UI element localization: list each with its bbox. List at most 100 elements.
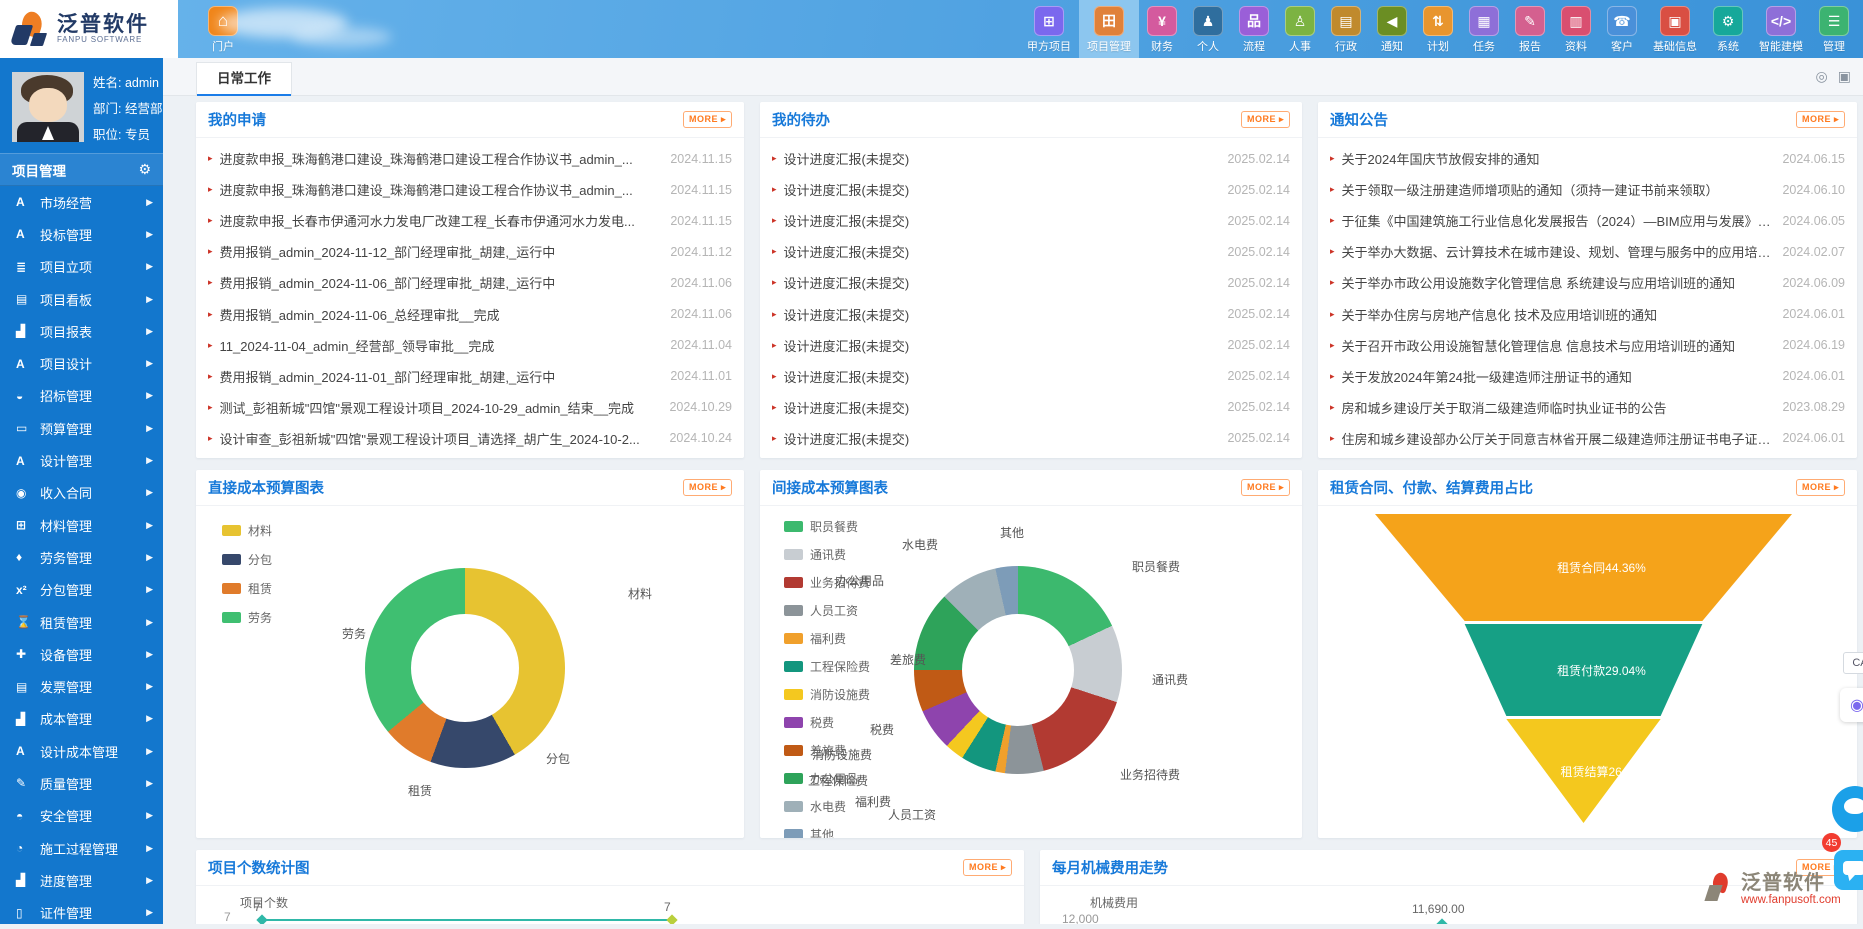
list-item[interactable]: ▸进度款申报_长春市伊通河水力发电厂改建工程_长春市伊通河水力发电...2024…	[208, 205, 732, 236]
module-智能建模[interactable]: </>智能建模	[1751, 0, 1811, 58]
list-item[interactable]: ▸设计进度汇报(未提交)2025.02.14	[772, 361, 1290, 392]
legend-item-其他[interactable]: 其他	[784, 826, 870, 838]
key-icon[interactable]: ◎	[1816, 68, 1828, 85]
legend-item-消防设施费[interactable]: 消防设施费	[784, 686, 870, 703]
sidebar-item-设计管理[interactable]: A设计管理▶	[0, 444, 163, 476]
module-资料[interactable]: ▥资料	[1553, 0, 1599, 58]
module-行政[interactable]: ▤行政	[1323, 0, 1369, 58]
ca-widget[interactable]: CA	[1843, 652, 1863, 674]
list-item[interactable]: ▸设计进度汇报(未提交)2025.02.14	[772, 174, 1290, 205]
list-item[interactable]: ▸于征集《中国建筑施工行业信息化发展报告（2024）—BIM应用与发展》材料..…	[1330, 205, 1845, 236]
legend-item-工程保险费[interactable]: 工程保险费	[784, 658, 870, 675]
sidebar-item-项目立项[interactable]: ≣项目立项▶	[0, 251, 163, 283]
module-个人[interactable]: ♟个人	[1185, 0, 1231, 58]
list-item[interactable]: ▸关于发放2024年第24批一级建造师注册证书的通知2024.06.01	[1330, 361, 1845, 392]
legend-item-租赁[interactable]: 租赁	[222, 580, 272, 597]
more-button[interactable]: MORE ▸	[963, 859, 1012, 876]
module-项目管理[interactable]: 田项目管理	[1079, 0, 1139, 58]
sidebar: 姓名: admin 部门: 经营部 职位: 专员 项目管理 ⚙ A市场经营▶A投…	[0, 58, 163, 924]
more-button[interactable]: MORE ▸	[1241, 111, 1290, 128]
more-button[interactable]: MORE ▸	[683, 479, 732, 496]
sidebar-item-成本管理[interactable]: ▟成本管理▶	[0, 703, 163, 735]
list-item[interactable]: ▸费用报销_admin_2024-11-12_部门经理审批_胡建,_运行中202…	[208, 236, 732, 267]
sidebar-item-预算管理[interactable]: ▭预算管理▶	[0, 412, 163, 444]
module-任务[interactable]: ▦任务	[1461, 0, 1507, 58]
sidebar-item-项目设计[interactable]: A项目设计▶	[0, 347, 163, 379]
more-button[interactable]: MORE ▸	[1796, 111, 1845, 128]
module-报告[interactable]: ✎报告	[1507, 0, 1553, 58]
bullet-icon: ▸	[1330, 153, 1335, 164]
list-item[interactable]: ▸费用报销_admin_2024-11-01_部门经理审批_胡建,_运行中202…	[208, 361, 732, 392]
list-item[interactable]: ▸设计审查_彭祖新城"四馆"景观工程设计项目_请选择_胡广生_2024-10-2…	[208, 423, 732, 454]
list-item[interactable]: ▸设计进度汇报(未提交)2025.02.14	[772, 423, 1290, 454]
list-item[interactable]: ▸关于2024年国庆节放假安排的通知2024.06.15	[1330, 143, 1845, 174]
sidebar-item-进度管理[interactable]: ▟进度管理▶	[0, 864, 163, 896]
list-item[interactable]: ▸关于举办市政公用设施数字化管理信息 系统建设与应用培训班的通知2024.06.…	[1330, 267, 1845, 298]
module-人事[interactable]: ♙人事	[1277, 0, 1323, 58]
legend-item-分包[interactable]: 分包	[222, 551, 272, 568]
sidebar-item-设备管理[interactable]: ✚设备管理▶	[0, 638, 163, 670]
chat-bubble-icon[interactable]	[1834, 850, 1863, 890]
list-item[interactable]: ▸测试_彭祖新城"四馆"景观工程设计项目_2024-10-29_admin_结束…	[208, 392, 732, 423]
more-button[interactable]: MORE ▸	[1241, 479, 1290, 496]
sidebar-item-投标管理[interactable]: A投标管理▶	[0, 218, 163, 250]
list-item[interactable]: ▸进度款申报_珠海鹤港口建设_珠海鹤港口建设工程合作协议书_admin_...2…	[208, 174, 732, 205]
sidebar-item-项目看板[interactable]: ▤项目看板▶	[0, 283, 163, 315]
sidebar-item-项目报表[interactable]: ▟项目报表▶	[0, 315, 163, 347]
list-item[interactable]: ▸关于召开市政公用设施智慧化管理信息 信息技术与应用培训班的通知2024.06.…	[1330, 330, 1845, 361]
module-通知[interactable]: ◀通知	[1369, 0, 1415, 58]
sidebar-item-施工过程管理[interactable]: ◔施工过程管理▶	[0, 832, 163, 864]
legend-item-职员餐费[interactable]: 职员餐费	[784, 518, 870, 535]
sidebar-item-租赁管理[interactable]: ⌛租赁管理▶	[0, 606, 163, 638]
list-item[interactable]: ▸关于领取一级注册建造师增项贴的通知（须持一建证书前来领取）2024.06.10	[1330, 174, 1845, 205]
module-基础信息[interactable]: ▣基础信息	[1645, 0, 1705, 58]
module-系统[interactable]: ⚙系统	[1705, 0, 1751, 58]
list-item[interactable]: ▸设计进度汇报(未提交)2025.02.14	[772, 267, 1290, 298]
tab-daily-work[interactable]: 日常工作	[196, 62, 292, 96]
list-item[interactable]: ▸关于举办住房与房地产信息化 技术及应用培训班的通知2024.06.01	[1330, 298, 1845, 329]
sidebar-item-劳务管理[interactable]: ♦劳务管理▶	[0, 541, 163, 573]
list-item[interactable]: ▸11_2024-11-04_admin_经营部_领导审批__完成2024.11…	[208, 330, 732, 361]
list-item[interactable]: ▸设计进度汇报(未提交)2025.02.14	[772, 330, 1290, 361]
sidebar-item-材料管理[interactable]: ⊞材料管理▶	[0, 509, 163, 541]
list-item[interactable]: ▸关于举办大数据、云计算技术在城市建设、规划、管理与服务中的应用培训班...20…	[1330, 236, 1845, 267]
legend-item-材料[interactable]: 材料	[222, 522, 272, 539]
module-财务[interactable]: ¥财务	[1139, 0, 1185, 58]
list-item[interactable]: ▸住房和城乡建设部办公厅关于同意吉林省开展二级建造师注册证书电子证书化试点...…	[1330, 423, 1845, 454]
module-管理[interactable]: ☰管理	[1811, 0, 1857, 58]
list-item[interactable]: ▸设计进度汇报(未提交)2025.02.14	[772, 236, 1290, 267]
sidebar-item-质量管理[interactable]: ✎质量管理▶	[0, 767, 163, 799]
module-流程[interactable]: 品流程	[1231, 0, 1277, 58]
direct-cost-donut	[365, 568, 565, 768]
sidebar-item-安全管理[interactable]: ◓安全管理▶	[0, 800, 163, 832]
sidebar-item-市场经营[interactable]: A市场经营▶	[0, 186, 163, 218]
list-item[interactable]: ▸设计进度汇报(未提交)2025.02.14	[772, 392, 1290, 423]
sidebar-item-icon: ✎	[16, 776, 40, 790]
list-item[interactable]: ▸设计进度汇报(未提交)2025.02.14	[772, 298, 1290, 329]
legend-item-通讯费[interactable]: 通讯费	[784, 546, 870, 563]
item-text: 进度款申报_珠海鹤港口建设_珠海鹤港口建设工程合作协议书_admin_...	[220, 180, 661, 199]
sidebar-item-发票管理[interactable]: ▤发票管理▶	[0, 670, 163, 702]
list-item[interactable]: ▸进度款申报_珠海鹤港口建设_珠海鹤港口建设工程合作协议书_admin_...2…	[208, 143, 732, 174]
list-item[interactable]: ▸费用报销_admin_2024-11-06_总经理审批__完成2024.11.…	[208, 298, 732, 329]
module-客户[interactable]: ☎客户	[1599, 0, 1645, 58]
gear-icon[interactable]: ⚙	[138, 161, 151, 178]
toolbox-floating-icon[interactable]: ◉	[1840, 688, 1863, 722]
sidebar-item-收入合同[interactable]: ◉收入合同▶	[0, 477, 163, 509]
sidebar-item-设计成本管理[interactable]: A设计成本管理▶	[0, 735, 163, 767]
sidebar-item-招标管理[interactable]: ◒招标管理▶	[0, 380, 163, 412]
list-item[interactable]: ▸设计进度汇报(未提交)2025.02.14	[772, 143, 1290, 174]
more-button[interactable]: MORE ▸	[683, 111, 732, 128]
layout-toggle-icon[interactable]: ▣	[1838, 68, 1851, 85]
legend-item-福利费[interactable]: 福利费	[784, 630, 870, 647]
legend-item-人员工资[interactable]: 人员工资	[784, 602, 870, 619]
list-item[interactable]: ▸房和城乡建设厅关于取消二级建造师临时执业证书的公告2023.08.29	[1330, 392, 1845, 423]
legend-item-劳务[interactable]: 劳务	[222, 609, 272, 626]
module-甲方项目[interactable]: ⊞甲方项目	[1019, 0, 1079, 58]
module-计划[interactable]: ⇅计划	[1415, 0, 1461, 58]
sidebar-item-分包管理[interactable]: x²分包管理▶	[0, 574, 163, 606]
list-item[interactable]: ▸设计进度汇报(未提交)2025.02.14	[772, 205, 1290, 236]
list-item[interactable]: ▸费用报销_admin_2024-11-06_部门经理审批_胡建,_运行中202…	[208, 267, 732, 298]
more-button[interactable]: MORE ▸	[1796, 479, 1845, 496]
legend-item-税费[interactable]: 税费	[784, 714, 870, 731]
